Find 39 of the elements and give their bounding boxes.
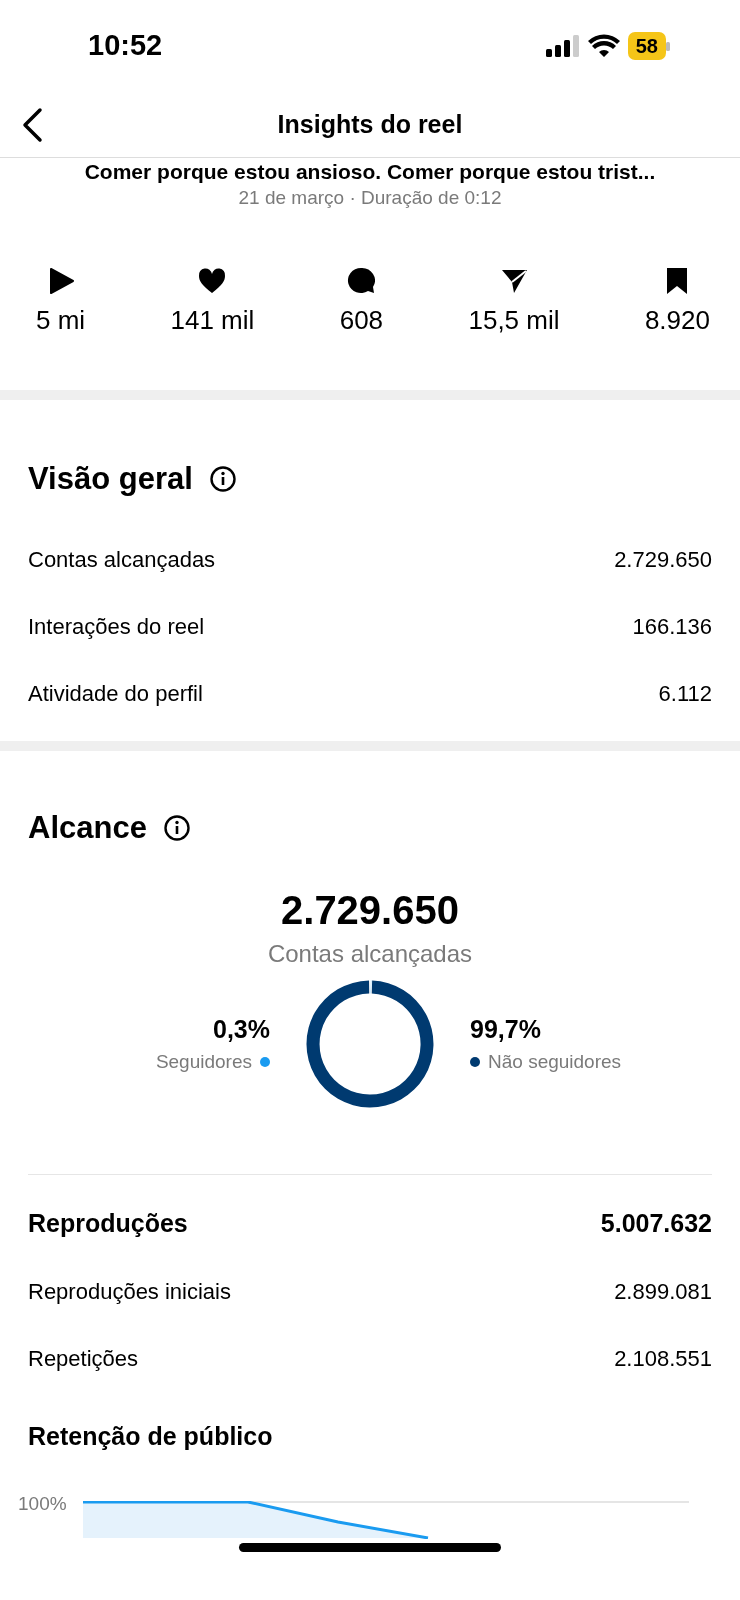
metric-label: Reproduções: [28, 1208, 188, 1240]
stat-count: 608: [339, 303, 384, 337]
stat-count: 141 mil: [170, 303, 255, 337]
metric-label: Reproduções iniciais: [28, 1277, 231, 1306]
battery-level: 58: [627, 32, 666, 60]
legend-percent: 99,7%: [470, 1013, 541, 1045]
metric-label: Interações do reel: [28, 613, 205, 641]
stat-count: 5 mi: [36, 303, 86, 337]
legend-label: Não seguidores: [488, 1050, 622, 1074]
info-icon[interactable]: [208, 464, 237, 493]
legend-label: Seguidores: [155, 1050, 252, 1074]
stat-count: 15,5 mil: [468, 303, 560, 337]
status-time: 10:52: [88, 28, 163, 64]
heart-icon: [198, 266, 227, 295]
metric-value: 2.108.551: [614, 1344, 712, 1373]
signal-icon: [545, 35, 580, 57]
metric-value: 2.729.650: [614, 546, 712, 574]
section-heading: Visão geral: [28, 459, 193, 498]
metric-value: 2.899.081: [614, 1277, 712, 1306]
info-icon[interactable]: [162, 814, 191, 843]
metric-value: 6.112: [658, 680, 712, 708]
reach-total: 2.729.650: [280, 889, 460, 930]
chart-title: Retenção de público: [28, 1420, 274, 1452]
axis-label: 100%: [18, 1492, 67, 1516]
reach-total-label: Contas alcançadas: [266, 938, 474, 969]
metric-value: 5.007.632: [600, 1208, 712, 1240]
wifi-icon: [587, 34, 620, 58]
speech-bubble-icon: [347, 266, 376, 295]
metric-value: 166.136: [632, 613, 712, 641]
battery-tip-icon: [666, 41, 670, 51]
metric-label: Atividade do perfil: [28, 680, 203, 708]
stat-count: 8.920: [644, 303, 710, 337]
legend-percent: 0,3%: [213, 1013, 270, 1045]
metric-label: Contas alcançadas: [28, 546, 216, 574]
metric-label: Repetições: [28, 1344, 139, 1373]
page-title: Insights do reel: [277, 108, 463, 140]
reel-date-duration: 21 de março · Duração de 0:12: [238, 187, 502, 208]
section-heading: Alcance: [28, 809, 147, 847]
reel-caption: Comer porque estou ansioso. Comer porque estou trist...: [84, 160, 656, 184]
